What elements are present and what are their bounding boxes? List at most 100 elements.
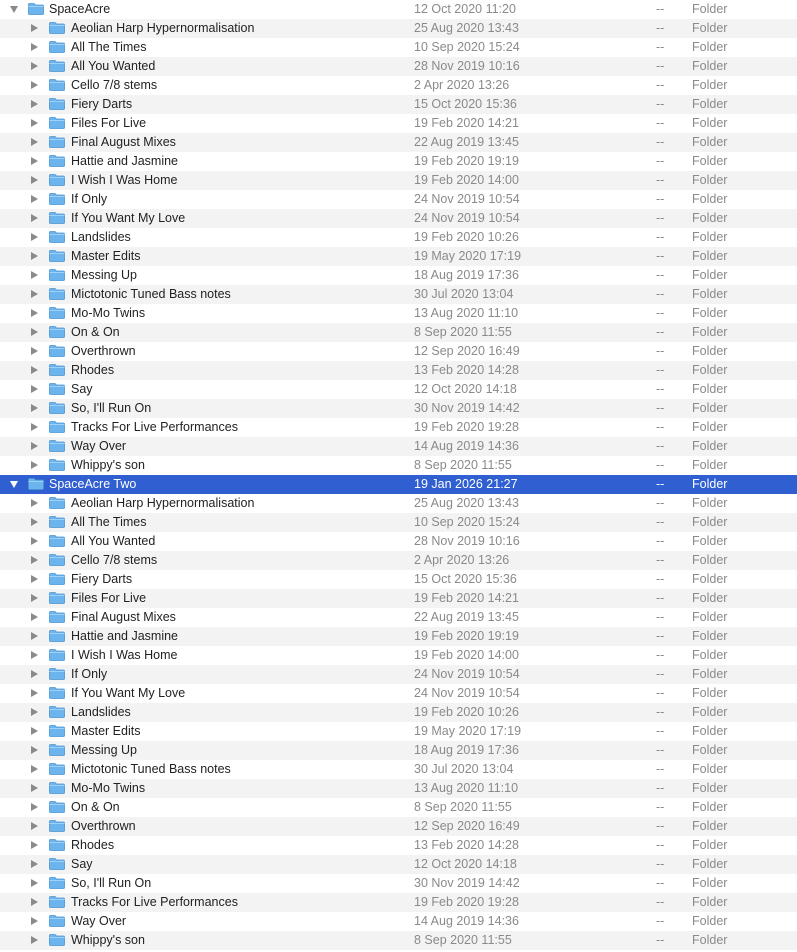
list-item[interactable]: So, I'll Run On 30 Nov 2019 14:42 -- Folder [0, 399, 797, 418]
list-item[interactable]: Final August Mixes 22 Aug 2019 13:45 -- Fol… [0, 133, 797, 152]
disclosure-triangle-icon[interactable] [31, 233, 38, 241]
disclosure-triangle-icon[interactable] [31, 575, 38, 583]
disclosure-triangle-icon[interactable] [10, 481, 18, 488]
list-item[interactable]: Tracks For Live Performances 19 Feb 2020 … [0, 418, 797, 437]
disclosure-triangle-icon[interactable] [31, 195, 38, 203]
list-item[interactable]: Say 12 Oct 2020 14:18 -- Folder [0, 855, 797, 874]
list-item[interactable]: Fiery Darts 15 Oct 2020 15:36 -- Folder [0, 570, 797, 589]
disclosure-triangle-icon[interactable] [31, 803, 38, 811]
disclosure-triangle-icon[interactable] [31, 822, 38, 830]
group-row[interactable]: SpaceAcre Two 19 Jan 2026 21:27 -- Folder [0, 475, 797, 494]
list-item[interactable]: Tracks For Live Performances 19 Feb 2020 … [0, 893, 797, 912]
disclosure-triangle-icon[interactable] [31, 176, 38, 184]
disclosure-triangle-icon[interactable] [31, 689, 38, 697]
disclosure-triangle-icon[interactable] [10, 6, 18, 13]
disclosure-triangle-icon[interactable] [31, 385, 38, 393]
list-item[interactable]: All You Wanted 28 Nov 2019 10:16 -- Folder [0, 57, 797, 76]
list-item[interactable]: Overthrown 12 Sep 2020 16:49 -- Folder [0, 817, 797, 836]
list-item[interactable]: Mo-Mo Twins 13 Aug 2020 11:10 -- Folder [0, 779, 797, 798]
disclosure-triangle-icon[interactable] [31, 404, 38, 412]
disclosure-triangle-icon[interactable] [31, 81, 38, 89]
list-item[interactable]: On & On 8 Sep 2020 11:55 -- Folder [0, 798, 797, 817]
list-item[interactable]: Hattie and Jasmine 19 Feb 2020 19:19 -- Fol… [0, 152, 797, 171]
list-item[interactable]: Mictotonic Tuned Bass notes 30 Jul 2020 1… [0, 285, 797, 304]
disclosure-triangle-icon[interactable] [31, 917, 38, 925]
disclosure-triangle-icon[interactable] [31, 594, 38, 602]
list-item[interactable]: Say 12 Oct 2020 14:18 -- Folder [0, 380, 797, 399]
disclosure-triangle-icon[interactable] [31, 347, 38, 355]
disclosure-triangle-icon[interactable] [31, 632, 38, 640]
disclosure-triangle-icon[interactable] [31, 43, 38, 51]
disclosure-triangle-icon[interactable] [31, 746, 38, 754]
disclosure-triangle-icon[interactable] [31, 62, 38, 70]
list-item[interactable]: So, I'll Run On 30 Nov 2019 14:42 -- Folder [0, 874, 797, 893]
list-item[interactable]: Hattie and Jasmine 19 Feb 2020 19:19 -- Fol… [0, 627, 797, 646]
list-item[interactable]: If Only 24 Nov 2019 10:54 -- Folder [0, 190, 797, 209]
list-item[interactable]: Whippy's son 8 Sep 2020 11:55 -- Folder [0, 931, 797, 950]
disclosure-triangle-icon[interactable] [31, 499, 38, 507]
list-item[interactable]: All You Wanted 28 Nov 2019 10:16 -- Folder [0, 532, 797, 551]
disclosure-triangle-icon[interactable] [31, 252, 38, 260]
list-item[interactable]: Master Edits 19 May 2020 17:19 -- Folder [0, 247, 797, 266]
list-item[interactable]: All The Times 10 Sep 2020 15:24 -- Folder [0, 513, 797, 532]
list-item[interactable]: Files For Live 19 Feb 2020 14:21 -- Folder [0, 114, 797, 133]
list-item[interactable]: On & On 8 Sep 2020 11:55 -- Folder [0, 323, 797, 342]
disclosure-triangle-icon[interactable] [31, 556, 38, 564]
list-item[interactable]: Aeolian Harp Hypernormalisation 25 Aug 20… [0, 494, 797, 513]
disclosure-triangle-icon[interactable] [31, 157, 38, 165]
disclosure-triangle-icon[interactable] [31, 100, 38, 108]
list-item[interactable]: Final August Mixes 22 Aug 2019 13:45 -- Fol… [0, 608, 797, 627]
disclosure-triangle-icon[interactable] [31, 214, 38, 222]
list-item[interactable]: Aeolian Harp Hypernormalisation 25 Aug 20… [0, 19, 797, 38]
disclosure-triangle-icon[interactable] [31, 366, 38, 374]
list-item[interactable]: Files For Live 19 Feb 2020 14:21 -- Folder [0, 589, 797, 608]
list-item[interactable]: All The Times 10 Sep 2020 15:24 -- Folder [0, 38, 797, 57]
list-item[interactable]: Way Over 14 Aug 2019 14:36 -- Folder [0, 912, 797, 931]
list-item[interactable]: Whippy's son 8 Sep 2020 11:55 -- Folder [0, 456, 797, 475]
list-item[interactable]: Cello 7/8 stems 2 Apr 2020 13:26 -- Folder [0, 76, 797, 95]
disclosure-triangle-icon[interactable] [31, 24, 38, 32]
list-item[interactable]: Cello 7/8 stems 2 Apr 2020 13:26 -- Folder [0, 551, 797, 570]
disclosure-triangle-icon[interactable] [31, 290, 38, 298]
disclosure-triangle-icon[interactable] [31, 518, 38, 526]
disclosure-triangle-icon[interactable] [31, 898, 38, 906]
disclosure-triangle-icon[interactable] [31, 708, 38, 716]
disclosure-triangle-icon[interactable] [31, 879, 38, 887]
list-item[interactable]: Fiery Darts 15 Oct 2020 15:36 -- Folder [0, 95, 797, 114]
list-item[interactable]: Overthrown 12 Sep 2020 16:49 -- Folder [0, 342, 797, 361]
list-item[interactable]: If You Want My Love 24 Nov 2019 10:54 -- Fo… [0, 209, 797, 228]
group-row[interactable]: SpaceAcre 12 Oct 2020 11:20 -- Folder [0, 0, 797, 19]
disclosure-triangle-icon[interactable] [31, 537, 38, 545]
list-item[interactable]: Messing Up 18 Aug 2019 17:36 -- Folder [0, 266, 797, 285]
disclosure-triangle-icon[interactable] [31, 841, 38, 849]
list-item[interactable]: Mictotonic Tuned Bass notes 30 Jul 2020 1… [0, 760, 797, 779]
list-item[interactable]: Way Over 14 Aug 2019 14:36 -- Folder [0, 437, 797, 456]
disclosure-triangle-icon[interactable] [31, 423, 38, 431]
list-item[interactable]: Mo-Mo Twins 13 Aug 2020 11:10 -- Folder [0, 304, 797, 323]
disclosure-triangle-icon[interactable] [31, 765, 38, 773]
disclosure-triangle-icon[interactable] [31, 271, 38, 279]
disclosure-triangle-icon[interactable] [31, 936, 38, 944]
list-item[interactable]: I Wish I Was Home 19 Feb 2020 14:00 -- Fold… [0, 171, 797, 190]
disclosure-triangle-icon[interactable] [31, 860, 38, 868]
disclosure-triangle-icon[interactable] [31, 442, 38, 450]
list-item[interactable]: I Wish I Was Home 19 Feb 2020 14:00 -- Fold… [0, 646, 797, 665]
list-item[interactable]: Messing Up 18 Aug 2019 17:36 -- Folder [0, 741, 797, 760]
list-item[interactable]: Rhodes 13 Feb 2020 14:28 -- Folder [0, 836, 797, 855]
disclosure-triangle-icon[interactable] [31, 119, 38, 127]
disclosure-triangle-icon[interactable] [31, 784, 38, 792]
list-item[interactable]: Master Edits 19 May 2020 17:19 -- Folder [0, 722, 797, 741]
disclosure-triangle-icon[interactable] [31, 138, 38, 146]
list-item[interactable]: Landslides 19 Feb 2020 10:26 -- Folder [0, 703, 797, 722]
disclosure-triangle-icon[interactable] [31, 613, 38, 621]
list-item[interactable]: Landslides 19 Feb 2020 10:26 -- Folder [0, 228, 797, 247]
disclosure-triangle-icon[interactable] [31, 328, 38, 336]
disclosure-triangle-icon[interactable] [31, 727, 38, 735]
disclosure-triangle-icon[interactable] [31, 651, 38, 659]
list-item[interactable]: Rhodes 13 Feb 2020 14:28 -- Folder [0, 361, 797, 380]
list-item[interactable]: If You Want My Love 24 Nov 2019 10:54 -- Fo… [0, 684, 797, 703]
disclosure-triangle-icon[interactable] [31, 309, 38, 317]
disclosure-triangle-icon[interactable] [31, 670, 38, 678]
list-item[interactable]: If Only 24 Nov 2019 10:54 -- Folder [0, 665, 797, 684]
disclosure-triangle-icon[interactable] [31, 461, 38, 469]
